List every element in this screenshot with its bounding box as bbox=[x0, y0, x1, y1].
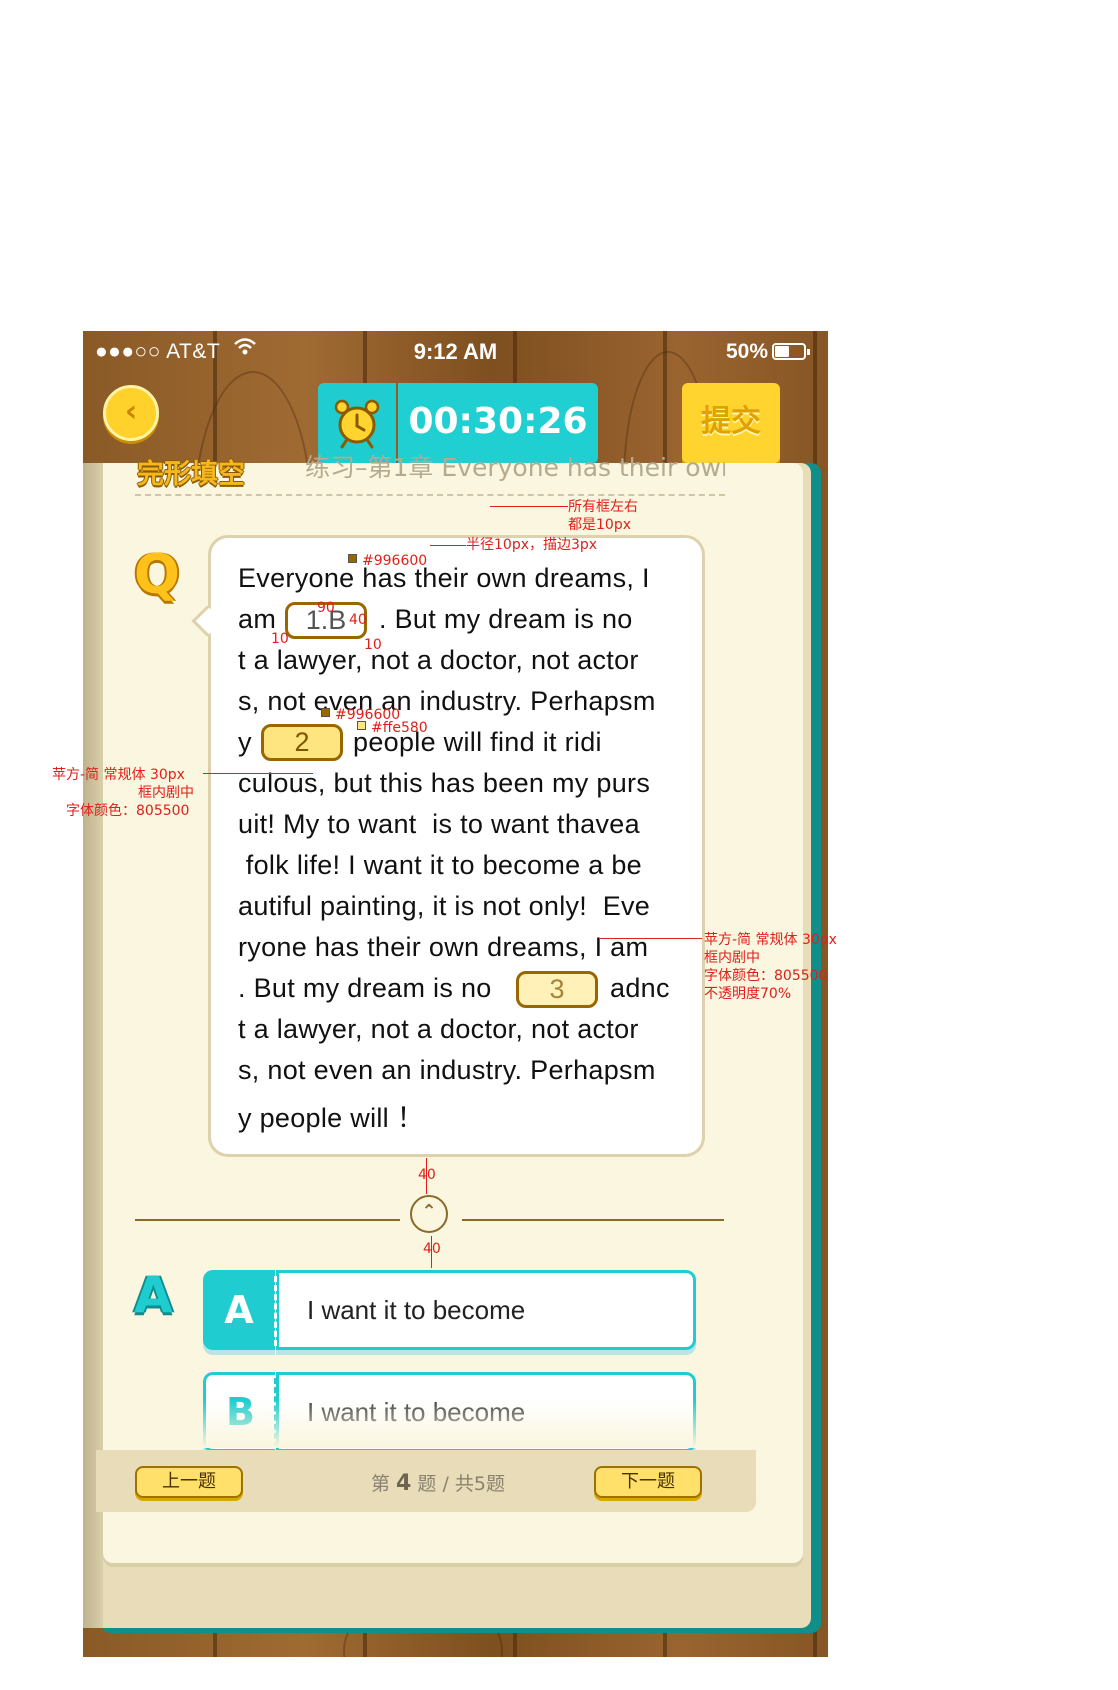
page-total: 共5题 bbox=[454, 1473, 505, 1495]
option-a-label[interactable]: A bbox=[203, 1270, 275, 1350]
page-prefix: 第 bbox=[370, 1473, 390, 1495]
annotation-note: 不透明度70% bbox=[704, 986, 792, 1002]
page-indicator: 第 4 题 / 共5题 bbox=[338, 1469, 538, 1496]
annotation-note: 框内剧中 bbox=[138, 785, 194, 801]
battery-icon bbox=[772, 343, 810, 360]
annotation-note: 字体颜色：805500 bbox=[704, 968, 828, 984]
passage-line: adnc bbox=[610, 973, 670, 1003]
section-divider-right bbox=[462, 1219, 724, 1221]
color-swatch bbox=[357, 721, 366, 730]
option-divider bbox=[274, 1276, 277, 1346]
annotation-line bbox=[203, 773, 313, 774]
annotation-dim: 10 bbox=[364, 637, 382, 653]
question-type-title: 完形填空 bbox=[137, 459, 245, 490]
passage-line: autiful painting, it is not only! Eve bbox=[238, 891, 651, 921]
color-swatch bbox=[321, 708, 330, 717]
annotation-note: 都是10px bbox=[568, 517, 631, 533]
passage-line: . But my dream is no bbox=[238, 973, 492, 1003]
page-current: 4 bbox=[396, 1471, 412, 1496]
back-button[interactable]: ‹ bbox=[103, 385, 159, 441]
section-divider-left bbox=[135, 1219, 400, 1221]
status-bar: ●●●○○ AT&T 9:12 AM 50% bbox=[83, 331, 828, 371]
chevron-up-icon: ⌃ bbox=[421, 1201, 437, 1222]
passage-line: y people will ！ bbox=[238, 1103, 425, 1133]
scroll-fade bbox=[103, 1400, 743, 1448]
page-separator: / bbox=[436, 1473, 455, 1495]
next-question-button[interactable]: 下一题 bbox=[594, 1466, 702, 1498]
battery-percent: 50% bbox=[725, 340, 768, 363]
annotation-dim: 90 bbox=[317, 600, 335, 616]
annotation-dim: 40 bbox=[423, 1241, 441, 1257]
annotation-line bbox=[600, 938, 702, 939]
annotation-line bbox=[490, 506, 568, 507]
passage-line: s, not even an industry. Perhapsm bbox=[238, 686, 656, 716]
expand-toggle-button[interactable]: ⌃ bbox=[410, 1195, 448, 1233]
option-a-text[interactable]: I want it to become bbox=[276, 1270, 696, 1350]
passage-line: t a lawyer, not a doctor, not actor bbox=[238, 1014, 639, 1044]
annotation-note: 苹方-简 常规体 30px bbox=[52, 767, 185, 783]
passage-line: t a lawyer, not a doctor, not actor bbox=[238, 645, 639, 675]
annotation-note: 所有框左右 bbox=[568, 499, 638, 515]
annotation-note: #ffe580 bbox=[371, 720, 428, 736]
passage-line: ryone has their own dreams, I am bbox=[238, 932, 649, 962]
annotation-note: 字体颜色：805500 bbox=[66, 803, 190, 819]
annotation-note: 框内剧中 bbox=[704, 950, 760, 966]
annotation-note: #996600 bbox=[362, 553, 428, 569]
annotation-dim: 40 bbox=[418, 1167, 436, 1183]
annotation-dim: 40 bbox=[349, 612, 367, 628]
page-suffix: 题 bbox=[417, 1473, 437, 1495]
blank-2[interactable]: 2 bbox=[261, 724, 343, 761]
annotation-line bbox=[430, 545, 466, 546]
question-mark-badge: Q bbox=[134, 543, 180, 606]
passage-line: uit! My to want is to want thavea bbox=[238, 809, 640, 839]
chapter-title: 练习–第1章 Everyone has their own bbox=[305, 453, 725, 482]
annotation-dim: 10 bbox=[271, 631, 289, 647]
passage-line: folk life! I want it to become a be bbox=[238, 850, 643, 880]
annotation-note: 半径10px，描边3px bbox=[466, 537, 598, 553]
passage-line: y bbox=[238, 727, 252, 757]
clock-time: 9:12 AM bbox=[413, 339, 498, 364]
chevron-left-icon: ‹ bbox=[124, 394, 138, 429]
title-divider bbox=[135, 494, 725, 496]
passage-line: s, not even an industry. Perhapsm bbox=[238, 1055, 656, 1085]
blank-3[interactable]: 3 bbox=[516, 971, 598, 1008]
prev-question-button[interactable]: 上一题 bbox=[135, 1466, 243, 1498]
passage-line: . But my dream is no bbox=[379, 604, 633, 634]
answer-letter-badge: A bbox=[134, 1266, 173, 1324]
passage-line: Everyone has their own dreams, I bbox=[238, 563, 650, 593]
color-swatch bbox=[348, 554, 357, 563]
annotation-note: 苹方-简 常规体 30px bbox=[704, 932, 837, 948]
